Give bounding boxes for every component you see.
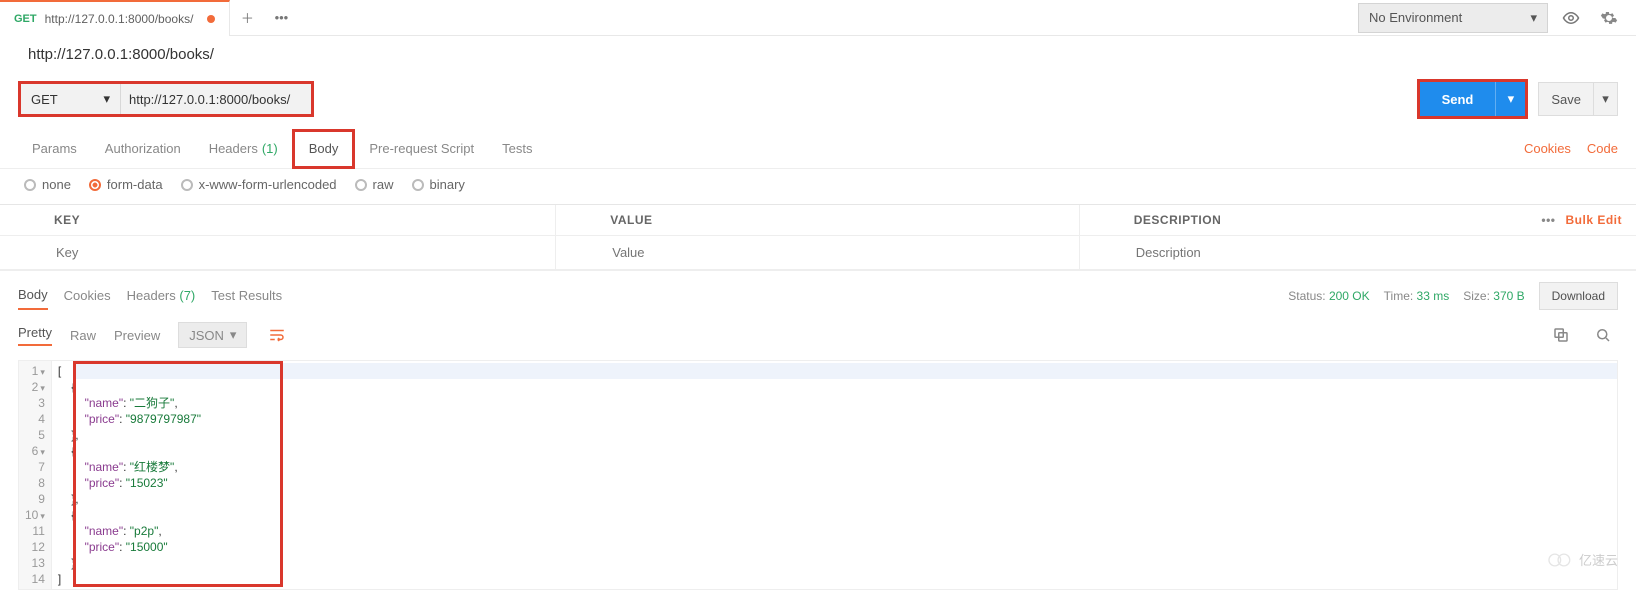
- request-tabs: Params Authorization Headers (1) Body Pr…: [0, 129, 1636, 169]
- send-caret-button[interactable]: ▾: [1495, 82, 1525, 116]
- url-bar: GET ▾ Send ▾ Save ▾: [0, 69, 1636, 129]
- viewer-pretty[interactable]: Pretty: [18, 325, 52, 346]
- watermark: 亿速云: [1547, 550, 1618, 569]
- status-label: Status:: [1288, 289, 1325, 303]
- line-gutter: 1234567891011121314: [19, 361, 52, 589]
- resp-tab-cookies[interactable]: Cookies: [64, 282, 111, 309]
- status-value: 200 OK: [1329, 289, 1370, 303]
- resp-headers-count: (7): [179, 288, 195, 303]
- search-button[interactable]: [1588, 320, 1618, 350]
- viewer-raw[interactable]: Raw: [70, 328, 96, 343]
- response-body-code: [ { "name": "二狗子", "price": "9879797987"…: [52, 361, 1617, 589]
- tab-headers[interactable]: Headers (1): [195, 129, 292, 169]
- form-data-table: KEY VALUE DESCRIPTION ••• Bulk Edit: [0, 204, 1636, 270]
- environment-quicklook-button[interactable]: [1556, 3, 1586, 33]
- tab-authorization[interactable]: Authorization: [91, 129, 195, 169]
- tab-method: GET: [14, 13, 37, 25]
- send-button[interactable]: Send: [1420, 82, 1496, 116]
- tab-body[interactable]: Body: [292, 129, 356, 169]
- wrap-lines-button[interactable]: [265, 323, 289, 347]
- caret-down-icon: ▾: [103, 91, 110, 107]
- save-button[interactable]: Save: [1538, 82, 1594, 116]
- send-button-group: Send ▾: [1417, 79, 1529, 119]
- code-link[interactable]: Code: [1587, 141, 1618, 156]
- size-label: Size:: [1463, 289, 1490, 303]
- radio-x-www-form-urlencoded[interactable]: x-www-form-urlencoded: [181, 177, 337, 192]
- body-viewer-bar: Pretty Raw Preview JSON ▾: [0, 310, 1636, 360]
- caret-down-icon: ▾: [230, 327, 237, 343]
- value-input[interactable]: [610, 244, 1065, 261]
- copy-button[interactable]: [1546, 320, 1576, 350]
- caret-down-icon: ▾: [1530, 10, 1537, 26]
- tab-params[interactable]: Params: [18, 129, 91, 169]
- resp-tab-tests[interactable]: Test Results: [211, 282, 282, 309]
- tab-bar: GET http://127.0.0.1:8000/books/ ＋ ••• N…: [0, 0, 1636, 36]
- tab-url: http://127.0.0.1:8000/books/: [45, 12, 194, 26]
- download-button[interactable]: Download: [1539, 282, 1618, 310]
- col-value: VALUE: [556, 205, 1080, 236]
- tab-prerequest[interactable]: Pre-request Script: [355, 129, 488, 169]
- method-select[interactable]: GET ▾: [21, 84, 121, 114]
- tab-more-button[interactable]: •••: [264, 1, 298, 35]
- resp-tab-body[interactable]: Body: [18, 281, 48, 310]
- col-desc: DESCRIPTION ••• Bulk Edit: [1080, 205, 1636, 236]
- time-value: 33 ms: [1417, 289, 1450, 303]
- time-label: Time:: [1384, 289, 1414, 303]
- resp-tab-headers[interactable]: Headers (7): [127, 282, 196, 309]
- environment-select[interactable]: No Environment ▾: [1358, 3, 1548, 33]
- new-tab-button[interactable]: ＋: [230, 1, 264, 35]
- request-title: http://127.0.0.1:8000/books/: [0, 36, 1636, 69]
- method-url-group: GET ▾: [18, 81, 314, 117]
- url-input[interactable]: [121, 84, 311, 114]
- more-icon[interactable]: •••: [1541, 213, 1555, 227]
- radio-none[interactable]: none: [24, 177, 71, 192]
- response-tabs: Body Cookies Headers (7) Test Results St…: [0, 270, 1636, 310]
- response-body-viewer[interactable]: 1234567891011121314 [ { "name": "二狗子", "…: [18, 360, 1618, 590]
- key-input[interactable]: [54, 244, 541, 261]
- radio-raw[interactable]: raw: [355, 177, 394, 192]
- language-select[interactable]: JSON ▾: [178, 322, 247, 348]
- environment-label: No Environment: [1369, 10, 1462, 25]
- cookies-link[interactable]: Cookies: [1524, 141, 1571, 156]
- viewer-preview[interactable]: Preview: [114, 328, 160, 343]
- request-tab[interactable]: GET http://127.0.0.1:8000/books/: [0, 0, 230, 36]
- size-value: 370 B: [1493, 289, 1524, 303]
- tab-tests[interactable]: Tests: [488, 129, 546, 169]
- unsaved-dot-icon: [207, 15, 215, 23]
- bulk-edit-link[interactable]: Bulk Edit: [1565, 213, 1622, 227]
- radio-form-data[interactable]: form-data: [89, 177, 163, 192]
- method-value: GET: [31, 92, 58, 107]
- description-input[interactable]: [1134, 244, 1622, 261]
- settings-button[interactable]: [1594, 3, 1624, 33]
- save-caret-button[interactable]: ▾: [1594, 82, 1618, 116]
- radio-binary[interactable]: binary: [412, 177, 465, 192]
- headers-count: (1): [262, 141, 278, 156]
- body-type-radios: none form-data x-www-form-urlencoded raw…: [0, 169, 1636, 204]
- col-key: KEY: [0, 205, 556, 236]
